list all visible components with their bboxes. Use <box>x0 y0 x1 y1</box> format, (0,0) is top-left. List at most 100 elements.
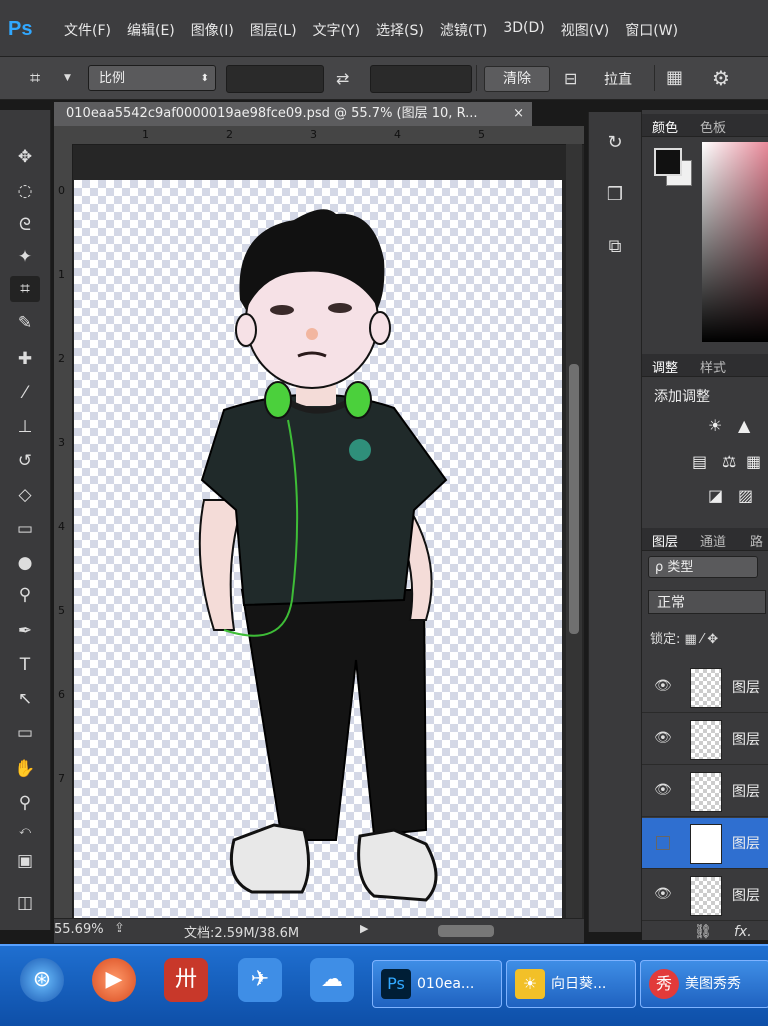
magic-wand-tool-icon[interactable]: ✦ <box>10 244 40 270</box>
fx-icon[interactable]: fx. <box>734 924 752 940</box>
swap-colors-icon[interactable]: ⤺ <box>10 818 40 844</box>
eye-icon[interactable]: 👁 <box>654 678 672 694</box>
eye-icon[interactable]: 👁 <box>654 782 672 798</box>
grid-overlay-icon[interactable]: ▦ <box>666 67 683 88</box>
blend-mode-select[interactable]: 正常 <box>648 590 766 614</box>
tab-paths[interactable]: 路 <box>750 531 763 550</box>
close-icon[interactable]: × <box>513 102 524 126</box>
ruler-label: 4 <box>394 128 401 141</box>
taskbar-task-photoshop[interactable]: Ps 010ea... <box>372 960 502 1008</box>
menu-filter[interactable]: 滤镜(T) <box>432 20 495 40</box>
visibility-toggle-empty[interactable] <box>656 836 670 850</box>
dodge-tool-icon[interactable]: ⚲ <box>10 582 40 608</box>
menu-image[interactable]: 图像(I) <box>183 20 242 40</box>
brightness-icon[interactable]: ☀ <box>708 416 722 435</box>
type-tool-icon[interactable]: T <box>10 652 40 678</box>
path-select-tool-icon[interactable]: ↖ <box>10 686 40 712</box>
tab-layers[interactable]: 图层 <box>652 531 678 550</box>
horizontal-scrollbar-thumb[interactable] <box>438 925 494 937</box>
layer-row-selected[interactable]: 图层 <box>642 818 768 869</box>
document-tab[interactable]: 010eaa5542c9af0000019ae98fce09.psd @ 55.… <box>54 102 532 126</box>
tab-color[interactable]: 颜色 <box>652 117 678 136</box>
media-player-icon[interactable]: ▶ <box>92 958 136 1002</box>
layer-row[interactable]: 👁 图层 <box>642 662 768 713</box>
menu-file[interactable]: 文件(F) <box>56 20 119 40</box>
height-field[interactable] <box>370 65 472 93</box>
menu-3d[interactable]: 3D(D) <box>495 20 552 40</box>
menu-select[interactable]: 选择(S) <box>368 20 432 40</box>
lock-position-icon[interactable]: ✥ <box>707 632 718 647</box>
chevron-down-icon[interactable]: ▼ <box>64 73 71 83</box>
layer-kind-filter[interactable]: ρ 类型 <box>648 556 758 578</box>
gradient-tool-icon[interactable]: ▭ <box>10 516 40 542</box>
layer-row[interactable]: 👁 图层 <box>642 766 768 817</box>
brush-tool-icon[interactable]: ⁄ <box>10 380 40 406</box>
cloud-app-icon[interactable]: ☁ <box>310 958 354 1002</box>
invert-icon[interactable]: ◪ <box>708 486 723 505</box>
tab-channels[interactable]: 通道 <box>700 531 726 550</box>
eye-icon[interactable]: 👁 <box>654 730 672 746</box>
straighten-button[interactable]: 拉直 <box>604 69 632 89</box>
eye-icon[interactable]: 👁 <box>654 886 672 902</box>
move-tool-icon[interactable]: ✥ <box>10 144 40 170</box>
photoshop-icon: Ps <box>381 969 411 999</box>
foreground-color-swatch[interactable] <box>654 148 682 176</box>
scrollbar-thumb[interactable] <box>569 364 579 634</box>
menu-view[interactable]: 视图(V) <box>553 20 618 40</box>
3d-panel-icon[interactable]: ❒ <box>599 180 631 210</box>
tab-adjustments[interactable]: 调整 <box>652 357 678 376</box>
ruler-label: 1 <box>142 128 149 141</box>
tab-swatches[interactable]: 色板 <box>700 117 726 136</box>
crop-tool-icon[interactable]: ⌗ <box>10 276 40 302</box>
crop-icon[interactable]: ⌗ <box>30 68 40 89</box>
gradient-map-icon[interactable]: ▨ <box>738 486 753 505</box>
layer-row[interactable]: 👁 图层 <box>642 870 768 921</box>
properties-panel-icon[interactable]: ⧉ <box>599 232 631 262</box>
vertical-scrollbar[interactable] <box>566 144 582 922</box>
levels-icon[interactable]: ▲ <box>738 416 750 435</box>
start-button-icon[interactable]: ⊛ <box>20 958 64 1002</box>
eyedropper-tool-icon[interactable]: ✎ <box>10 310 40 336</box>
taskbar-task-sunflower[interactable]: ☀ 向日葵... <box>506 960 636 1008</box>
bird-app-icon[interactable]: ✈ <box>238 958 282 1002</box>
zoom-tool-icon[interactable]: ⚲ <box>10 790 40 816</box>
swap-icon[interactable]: ⇄ <box>336 69 349 88</box>
lock-transparency-icon[interactable]: ▦ <box>685 632 697 647</box>
zoom-level[interactable]: 55.69% <box>54 922 104 937</box>
status-menu-arrow-icon[interactable]: ▶ <box>360 922 368 935</box>
straighten-icon[interactable]: ⊟ <box>564 69 577 88</box>
taskbar-task-meitu[interactable]: 秀美图秀秀 <box>640 960 768 1008</box>
healing-brush-tool-icon[interactable]: ✚ <box>10 346 40 372</box>
hand-tool-icon[interactable]: ✋ <box>10 756 40 782</box>
menu-type[interactable]: 文字(Y) <box>305 20 368 40</box>
pen-tool-icon[interactable]: ✒ <box>10 618 40 644</box>
balance-icon[interactable]: ⚖ <box>722 452 736 471</box>
grid-adjust-icon[interactable]: ▦ <box>746 452 761 471</box>
menu-edit[interactable]: 编辑(E) <box>119 20 183 40</box>
shape-tool-icon[interactable]: ▭ <box>10 720 40 746</box>
width-field[interactable] <box>226 65 324 93</box>
menu-window[interactable]: 窗口(W) <box>617 20 686 40</box>
lock-brush-icon[interactable]: ⁄ <box>701 632 703 647</box>
quick-mask-icon[interactable]: ◫ <box>10 890 40 916</box>
link-icon[interactable]: ⛓ <box>694 924 712 940</box>
foreground-color-swatch[interactable]: ▣ <box>10 848 40 874</box>
blur-tool-icon[interactable]: ● <box>10 550 40 576</box>
clear-button[interactable]: 清除 <box>484 66 550 92</box>
app-icon[interactable]: 卅 <box>164 958 208 1002</box>
canvas[interactable] <box>74 180 562 920</box>
stamp-tool-icon[interactable]: ⊥ <box>10 414 40 440</box>
history-brush-tool-icon[interactable]: ↺ <box>10 448 40 474</box>
ratio-select[interactable]: 比例 ⬍ <box>88 65 216 91</box>
history-panel-icon[interactable]: ↻ <box>599 128 631 158</box>
eraser-tool-icon[interactable]: ◇ <box>10 482 40 508</box>
marquee-tool-icon[interactable]: ◌ <box>10 178 40 204</box>
export-icon[interactable]: ⇪ <box>114 921 125 936</box>
color-picker-field[interactable] <box>702 142 768 342</box>
exposure-icon[interactable]: ▤ <box>692 452 707 471</box>
tab-styles[interactable]: 样式 <box>700 357 726 376</box>
lasso-tool-icon[interactable]: ᘓ <box>10 212 40 238</box>
layer-row[interactable]: 👁 图层 <box>642 714 768 765</box>
menu-layer[interactable]: 图层(L) <box>242 20 305 40</box>
gear-icon[interactable]: ⚙ <box>712 66 730 90</box>
